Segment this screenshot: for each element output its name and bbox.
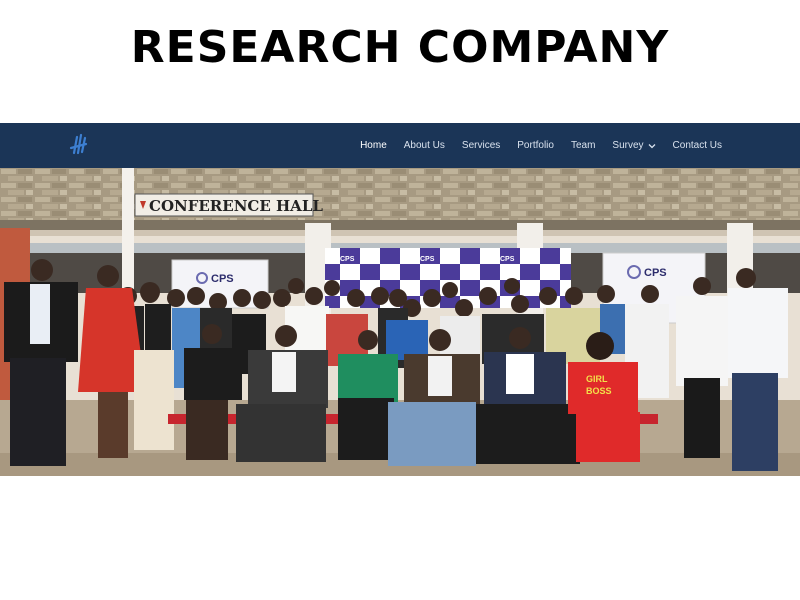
page-headline: RESEARCH COMPANY <box>130 22 670 73</box>
nav-menu: Home About Us Services Portfolio Team Su… <box>343 123 722 168</box>
nav-home[interactable]: Home <box>360 140 387 151</box>
hero-group-photo: CONFERENCE HALL CPS CPS CPS CPS CPS CPS … <box>0 168 800 476</box>
tile-text-3: CPS <box>500 256 515 263</box>
tile-text-5: CPS <box>460 272 475 279</box>
sign-text: CONFERENCE HALL <box>149 197 323 215</box>
shirt-text-line1: GIRL <box>586 374 608 384</box>
nav-about-us[interactable]: About Us <box>404 140 445 151</box>
tile-text-1: CPS <box>340 256 355 263</box>
tile-text-4: CPS <box>380 272 395 279</box>
nav-survey-label: Survey <box>612 140 644 151</box>
banner-left-text: CPS <box>211 273 234 285</box>
nav-team[interactable]: Team <box>571 140 595 151</box>
nav-services[interactable]: Services <box>462 140 500 151</box>
nav-portfolio[interactable]: Portfolio <box>517 140 554 151</box>
chevron-down-icon <box>648 143 655 148</box>
banner-right-text: CPS <box>644 267 667 279</box>
stone-wall <box>0 168 800 228</box>
site-navbar: Home About Us Services Portfolio Team Su… <box>0 123 800 168</box>
tile-text-6: CPS <box>540 272 555 279</box>
hand-logo-icon[interactable] <box>68 131 90 157</box>
nav-contact-us[interactable]: Contact Us <box>673 140 722 151</box>
shirt-text-line2: BOSS <box>586 386 612 396</box>
tile-text-2: CPS <box>420 256 435 263</box>
nav-survey[interactable]: Survey <box>612 140 655 151</box>
